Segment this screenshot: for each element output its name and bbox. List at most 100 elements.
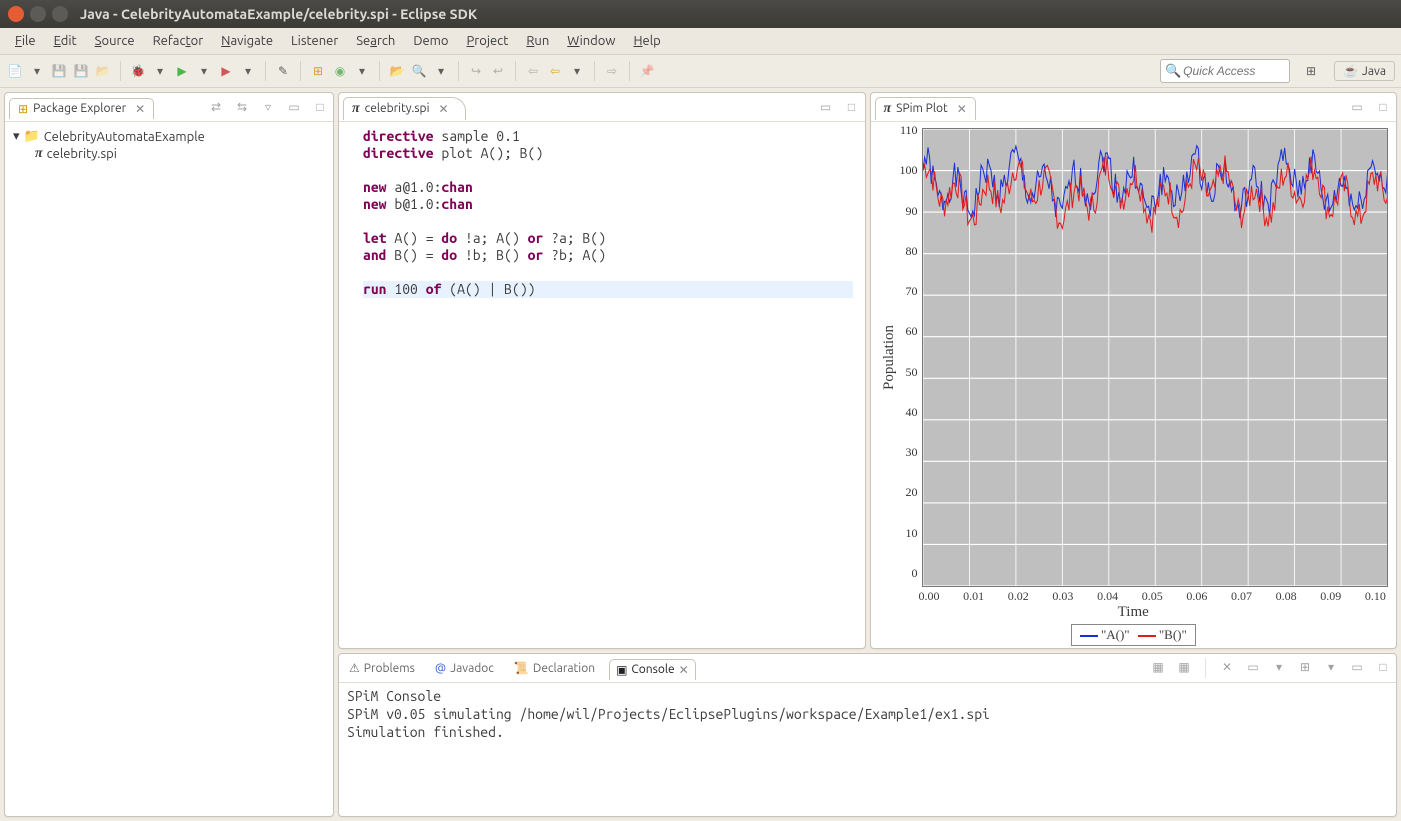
maximize-icon[interactable]: □	[843, 98, 861, 116]
console-new-icon[interactable]: ⊞	[1296, 658, 1314, 676]
tab-spim-plot[interactable]: π SPim Plot ✕	[875, 97, 976, 120]
console-btn1-icon[interactable]: ▦	[1149, 658, 1167, 676]
chart-legend: "A()" "B()"	[1071, 624, 1196, 646]
menu-edit[interactable]: Edit	[45, 31, 86, 51]
maximize-icon[interactable]: □	[1374, 98, 1392, 116]
dropdown-icon[interactable]: ▾	[1270, 658, 1288, 676]
console-display-icon[interactable]: ▭	[1244, 658, 1262, 676]
link-icon[interactable]: ⇆	[233, 98, 251, 116]
debug-icon[interactable]: 🐞	[129, 62, 147, 80]
tab-label: Package Explorer	[33, 102, 126, 115]
tab-console[interactable]: ▣Console ✕	[609, 659, 696, 680]
dropdown-icon[interactable]: ▾	[195, 62, 213, 80]
nav2-icon[interactable]: ↩	[489, 62, 507, 80]
minimize-icon[interactable]: ▭	[1348, 658, 1366, 676]
console-clear-icon[interactable]: ✕	[1218, 658, 1236, 676]
menu-window[interactable]: Window	[558, 31, 624, 51]
maximize-icon[interactable]	[52, 6, 68, 22]
menubar: File Edit Source Refactor Navigate Liste…	[0, 28, 1401, 55]
dropdown-icon[interactable]: ▾	[239, 62, 257, 80]
minimize-icon[interactable]	[30, 6, 46, 22]
dropdown-icon[interactable]: ▾	[432, 62, 450, 80]
maximize-icon[interactable]: □	[1374, 658, 1392, 676]
newtype-icon[interactable]: ◉	[331, 62, 349, 80]
tree-label: CelebrityAutomataExample	[44, 130, 205, 144]
pi-icon: π	[884, 101, 892, 117]
tab-editor[interactable]: π celebrity.spi ✕	[343, 97, 466, 120]
nav3-icon[interactable]: ⇨	[603, 62, 621, 80]
back-icon[interactable]: ⇦	[524, 62, 542, 80]
menu-source[interactable]: Source	[86, 31, 144, 51]
menu-refactor[interactable]: Refactor	[144, 31, 213, 51]
quick-access-input[interactable]	[1181, 63, 1285, 79]
runext-icon[interactable]: ▶	[217, 62, 235, 80]
menu-run[interactable]: Run	[517, 31, 558, 51]
tree-file[interactable]: π celebrity.spi	[13, 145, 325, 163]
project-icon: 📁	[24, 129, 40, 144]
tab-package-explorer[interactable]: ⊞ Package Explorer ✕	[9, 98, 154, 119]
legend-b: "B()"	[1159, 627, 1187, 642]
console-btn2-icon[interactable]: ▦	[1175, 658, 1193, 676]
menu-help[interactable]: Help	[624, 31, 669, 51]
close-icon[interactable]	[8, 6, 24, 22]
dropdown-icon[interactable]: ▾	[568, 62, 586, 80]
wand-icon[interactable]: ✎	[274, 62, 292, 80]
legend-a: "A()"	[1101, 627, 1130, 642]
window-titlebar: Java - CelebrityAutomataExample/celebrit…	[0, 0, 1401, 28]
chart-ylabel: Population	[879, 128, 900, 587]
print-icon[interactable]: 📂	[94, 62, 112, 80]
tree-label: celebrity.spi	[47, 147, 117, 161]
java-icon: ☕	[1343, 64, 1358, 78]
tab-label: Problems	[364, 662, 415, 675]
close-icon[interactable]: ✕	[439, 102, 449, 116]
minimize-icon[interactable]: ▭	[817, 98, 835, 116]
open-perspective-icon[interactable]: ⊞	[1302, 62, 1320, 80]
package-explorer-tree: ▾ 📁 CelebrityAutomataExample π celebrity…	[5, 122, 333, 169]
quick-access[interactable]: 🔍	[1160, 59, 1290, 83]
dropdown-icon[interactable]: ▾	[28, 62, 46, 80]
menu-project[interactable]: Project	[458, 31, 518, 51]
chevron-down-icon[interactable]: ▾	[13, 129, 20, 144]
close-icon[interactable]: ✕	[135, 102, 145, 116]
editor-content[interactable]: directive sample 0.1 directive plot A();…	[339, 122, 865, 648]
newpkg-icon[interactable]: ⊞	[309, 62, 327, 80]
pi-icon: π	[35, 146, 43, 162]
tab-problems[interactable]: ⚠Problems	[343, 658, 421, 678]
search-icon[interactable]: 🔍	[410, 62, 428, 80]
run-icon[interactable]: ▶	[173, 62, 191, 80]
maximize-icon[interactable]: □	[311, 98, 329, 116]
menu-listener[interactable]: Listener	[282, 31, 347, 51]
save-icon[interactable]: 💾	[50, 62, 68, 80]
tab-declaration[interactable]: 📜Declaration	[508, 658, 601, 678]
pi-icon: π	[352, 101, 360, 117]
tree-project[interactable]: ▾ 📁 CelebrityAutomataExample	[13, 128, 325, 145]
tab-label: SPim Plot	[896, 102, 948, 115]
console-output[interactable]: SPiM Console SPiM v0.05 simulating /home…	[339, 683, 1396, 816]
new-icon[interactable]: 📄	[6, 62, 24, 80]
pin-icon[interactable]: 📌	[638, 62, 656, 80]
tab-label: celebrity.spi	[365, 102, 430, 115]
fwd-icon[interactable]: ⇦	[546, 62, 564, 80]
minimize-icon[interactable]: ▭	[1348, 98, 1366, 116]
window-title: Java - CelebrityAutomataExample/celebrit…	[80, 6, 477, 22]
perspective-java[interactable]: ☕ Java	[1334, 61, 1395, 81]
collapse-icon[interactable]: ⇄	[207, 98, 225, 116]
dropdown-icon[interactable]: ▾	[353, 62, 371, 80]
open-icon[interactable]: 📂	[388, 62, 406, 80]
perspective-label: Java	[1362, 65, 1386, 78]
nav1-icon[interactable]: ↪	[467, 62, 485, 80]
menu-file[interactable]: File	[6, 31, 45, 51]
close-icon[interactable]: ✕	[957, 102, 967, 116]
package-icon: ⊞	[18, 102, 28, 116]
close-icon[interactable]: ✕	[679, 663, 689, 677]
dropdown-icon[interactable]: ▾	[1322, 658, 1340, 676]
menu-demo[interactable]: Demo	[404, 31, 457, 51]
menu-navigate[interactable]: Navigate	[212, 31, 282, 51]
dropdown-icon[interactable]: ▾	[151, 62, 169, 80]
tab-javadoc[interactable]: @Javadoc	[429, 659, 500, 678]
minimize-icon[interactable]: ▭	[285, 98, 303, 116]
menu-search[interactable]: Search	[347, 31, 404, 51]
main-toolbar: 📄▾ 💾 💾 📂 🐞▾ ▶▾ ▶▾ ✎ ⊞ ◉▾ 📂 🔍▾ ↪ ↩ ⇦ ⇦▾ ⇨…	[0, 55, 1401, 88]
save-all-icon[interactable]: 💾	[72, 62, 90, 80]
menu-icon[interactable]: ▿	[259, 98, 277, 116]
